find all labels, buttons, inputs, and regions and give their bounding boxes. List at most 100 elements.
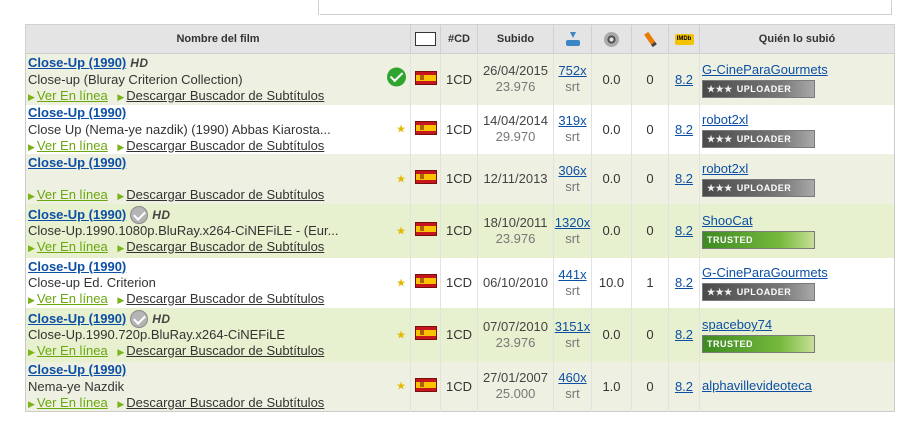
film-name-cell: Close-Up (1990) HD Close-Up.1990.720p.Bl… [25,307,411,362]
download-icon [565,31,581,47]
rating-value: 0.0 [591,104,632,154]
upload-date: 06/10/2010 [482,274,549,290]
fps-value: 23.976 [495,230,536,246]
uploader-link[interactable]: ShooCat [702,213,753,228]
uploader-link[interactable]: alphavillevideoteca [702,378,812,393]
download-finder-link[interactable]: Descargar Buscador de Subtítulos [126,395,324,410]
table-row[interactable]: Close-Up (1990) Close Up (Nema-ye nazdik… [25,104,895,154]
imdb-rating-link[interactable]: 8.2 [675,72,693,87]
rank-stars: ★★★ [707,133,733,144]
watch-online-link[interactable]: Ver En línea [37,187,108,202]
download-count-link[interactable]: 460x [558,370,586,385]
uploader-rank-badge: ★★★ UPLOADER [702,129,815,148]
fps-value: 29.970 [495,129,536,144]
release-name: Nema-ye Nazdik [28,378,125,394]
film-title-link[interactable]: Close-Up (1990) [28,105,126,121]
download-finder-link[interactable]: Descargar Buscador de Subtítulos [126,187,324,202]
header-uploader[interactable]: Quién lo subió [699,24,895,54]
pencil-icon [643,31,657,47]
download-count-link[interactable]: 306x [558,163,586,178]
watch-online-link[interactable]: Ver En línea [37,291,108,306]
imdb-rating-link[interactable]: 8.2 [675,275,693,290]
film-title-link[interactable]: Close-Up (1990) [28,207,126,223]
arrow-icon: ▶ [28,91,35,102]
download-finder-link[interactable]: Descargar Buscador de Subtítulos [126,343,324,358]
uploader-rank-badge: ★★★ UPLOADER [702,79,815,98]
rating-value: 1.0 [591,361,632,411]
download-finder-link[interactable]: Descargar Buscador de Subtítulos [126,239,324,254]
arrow-icon: ▶ [117,141,125,152]
download-count-link[interactable]: 319x [558,113,586,128]
star-icon: ★ [396,277,406,289]
watch-online-link[interactable]: Ver En línea [37,138,108,153]
header-uploaded[interactable]: Subido [477,24,554,54]
status-cell [387,67,406,91]
rank-stars: ★★★ [707,287,733,297]
uploader-link[interactable]: G-CineParaGourmets [702,265,828,280]
header-film-name[interactable]: Nombre del film [25,24,411,54]
verified-circle-icon [130,205,149,224]
download-finder-link[interactable]: Descargar Buscador de Subtítulos [126,138,324,153]
format-label: srt [565,79,580,95]
download-count-link[interactable]: 1320x [555,215,590,230]
table-row[interactable]: Close-Up (1990) HD Close-Up.1990.1080p.B… [25,203,895,258]
fps-value: 23.976 [495,334,536,350]
arrow-icon: ▶ [28,243,35,253]
star-icon: ★ [396,173,406,185]
header-cd[interactable]: #CD [440,24,478,54]
imdb-rating-link[interactable]: 8.2 [675,327,693,342]
uploader-rank-badge: ★★★ UPLOADER [702,283,815,301]
release-name [28,171,410,187]
imdb-rating-link[interactable]: 8.2 [675,122,693,137]
arrow-icon: ▶ [117,347,125,357]
uploader-link[interactable]: robot2xl [702,112,748,127]
release-name: Close-Up.1990.720p.BluRay.x264-CiNEFiLE [28,327,285,342]
arrow-icon: ▶ [28,347,35,357]
uploader-link[interactable]: robot2xl [702,161,748,176]
imdb-rating-link[interactable]: 8.2 [675,379,693,394]
download-count-link[interactable]: 441x [558,267,586,282]
comments-count: 0 [631,361,669,411]
download-finder-link[interactable]: Descargar Buscador de Subtítulos [126,88,324,103]
table-row[interactable]: Close-Up (1990) ▶ Ver En línea ▶ Descargar… [25,153,895,204]
film-title-link[interactable]: Close-Up (1990) [28,55,126,71]
cd-count: 1CD [440,203,478,258]
uploader-link[interactable]: spaceboy74 [702,317,772,332]
imdb-rating-link[interactable]: 8.2 [675,223,693,238]
upload-date: 26/04/2015 [482,63,549,79]
download-count-link[interactable]: 752x [558,63,586,78]
uploader-link[interactable]: G-CineParaGourmets [702,62,828,77]
film-name-cell: Close-Up (1990) Nema-ye Nazdik ▶ Ver En l… [25,361,411,411]
watch-online-link[interactable]: Ver En línea [37,395,108,410]
status-cell: ★ [396,170,406,187]
flag-es-icon [414,70,437,85]
status-cell: ★ [396,274,406,291]
uploader-rank-badge: TRUSTED [702,335,815,353]
film-name-cell: Close-Up (1990) HD Close-up (Bluray Crit… [25,53,411,105]
film-title-link[interactable]: Close-Up (1990) [28,155,126,171]
format-label: srt [565,129,580,144]
fps-value: 23.976 [495,79,536,95]
film-title-link[interactable]: Close-Up (1990) [28,259,126,275]
film-title-link[interactable]: Close-Up (1990) [28,311,126,327]
upload-date: 14/04/2014 [482,113,549,128]
table-row[interactable]: Close-Up (1990) Close-up Ed. Criterion ▶… [25,257,895,308]
imdb-rating-link[interactable]: 8.2 [675,171,693,186]
uploader-rank-badge: TRUSTED [702,231,815,249]
star-icon: ★ [396,225,406,237]
table-row[interactable]: Close-Up (1990) Nema-ye Nazdik ▶ Ver En l… [25,361,895,411]
table-row[interactable]: Close-Up (1990) HD Close-up (Bluray Crit… [25,53,895,105]
arrow-icon: ▶ [117,295,125,305]
watch-online-link[interactable]: Ver En línea [37,239,108,254]
status-cell: ★ [396,378,406,395]
watch-online-link[interactable]: Ver En línea [37,343,108,358]
watch-online-link[interactable]: Ver En línea [37,88,108,103]
arrow-icon: ▶ [117,91,125,102]
table-row[interactable]: Close-Up (1990) HD Close-Up.1990.720p.Bl… [25,307,895,362]
top-frame [0,0,905,22]
film-title-link[interactable]: Close-Up (1990) [28,362,126,378]
rank-label: UPLOADER [736,133,792,144]
download-count-link[interactable]: 3151x [555,319,590,334]
download-finder-link[interactable]: Descargar Buscador de Subtítulos [126,291,324,306]
comments-count: 0 [631,203,669,258]
